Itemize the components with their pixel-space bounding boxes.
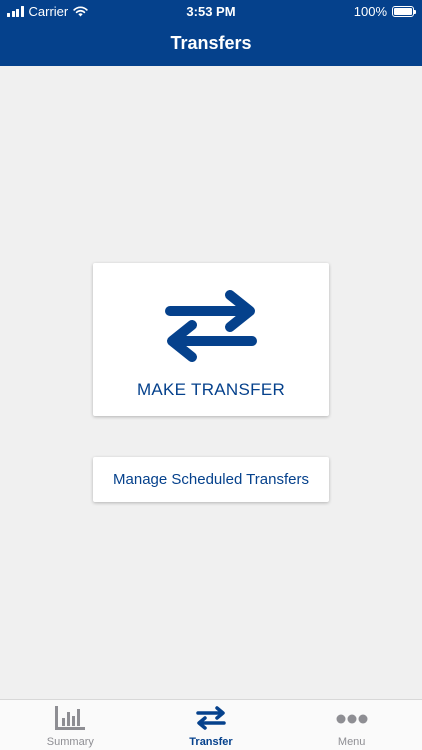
page-title: Transfers xyxy=(170,33,252,53)
manage-scheduled-label: Manage Scheduled Transfers xyxy=(113,471,309,488)
battery-percent: 100% xyxy=(353,4,387,19)
tab-transfer-label: Transfer xyxy=(189,736,233,748)
make-transfer-button[interactable]: MAKE TRANSFER xyxy=(93,263,329,416)
manage-scheduled-transfers-button[interactable]: Manage Scheduled Transfers xyxy=(93,457,329,502)
tab-menu[interactable]: Menu xyxy=(281,700,422,750)
tab-bar: Summary Transfer Menu xyxy=(0,699,422,750)
tab-menu-label: Menu xyxy=(337,736,366,748)
status-bar: Carrier 3:53 PM 100% xyxy=(0,0,422,22)
more-dots-icon xyxy=(336,714,368,724)
bar-chart-icon xyxy=(55,706,86,730)
tab-summary[interactable]: Summary xyxy=(0,700,141,750)
app-header: Carrier 3:53 PM 100% Transfers xyxy=(0,0,422,66)
make-transfer-label: MAKE TRANSFER xyxy=(136,380,286,399)
transfer-arrows-icon xyxy=(165,290,257,362)
tab-transfer[interactable]: Transfer xyxy=(141,700,282,750)
tab-summary-label: Summary xyxy=(46,736,94,748)
transfer-arrows-icon xyxy=(196,706,226,730)
status-right: 100% xyxy=(353,4,416,19)
battery-icon xyxy=(392,6,416,17)
